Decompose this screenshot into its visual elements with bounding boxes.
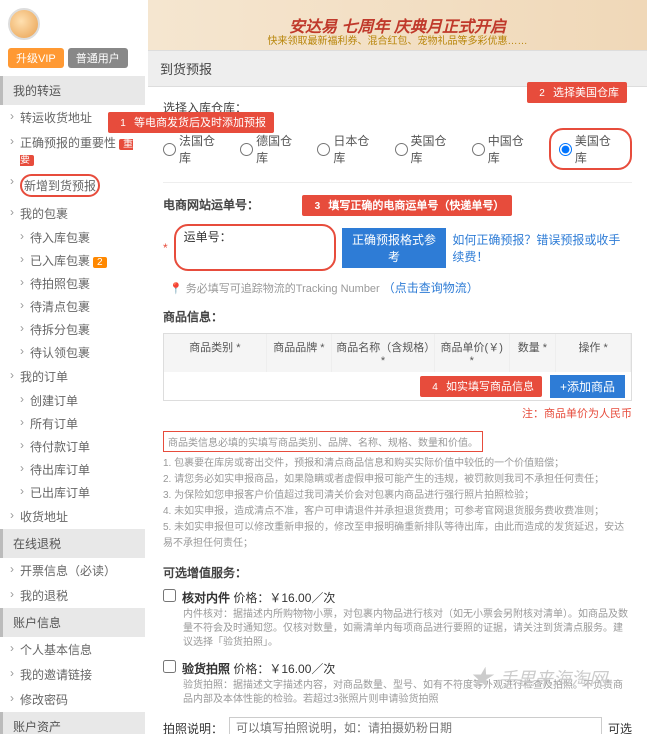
service-checkbox[interactable] bbox=[163, 660, 176, 673]
annotation-2: 2选择美国仓库 bbox=[527, 82, 627, 103]
annotation-1: 1等电商发货后及时添加预报 bbox=[108, 112, 274, 133]
warehouse-option[interactable]: 德国仓库 bbox=[240, 132, 303, 166]
sidebar-item[interactable]: 新增到货预报 bbox=[0, 170, 145, 201]
warehouse-option[interactable]: 英国仓库 bbox=[395, 132, 458, 166]
service-desc: 内件核对：据描述内所购物物小票，对包裹内物品进行核对（如无小票会另附核对清单）。… bbox=[183, 608, 632, 650]
banner-subtitle: 快来领取最新福利券、混合红包、宠物礼品等多彩优惠…… bbox=[148, 32, 647, 47]
add-goods-button[interactable]: +添加商品 bbox=[550, 375, 625, 398]
sidebar-item[interactable]: 修改密码 bbox=[0, 687, 145, 712]
sidebar-sub-item[interactable]: 待拆分包裹 bbox=[0, 318, 145, 341]
warehouse-radio[interactable] bbox=[559, 143, 572, 156]
how-to-link[interactable]: 如何正确预报？错误预报或收手续费！ bbox=[452, 231, 632, 265]
sidebar-sub-item[interactable]: 待认领包裹 bbox=[0, 341, 145, 364]
sidebar-item[interactable]: 我的订单 bbox=[0, 364, 145, 389]
warehouse-radio[interactable] bbox=[472, 143, 485, 156]
service-label: 核对内件 价格：￥16.00／次 bbox=[182, 589, 335, 606]
warehouse-option[interactable]: 日本仓库 bbox=[317, 132, 380, 166]
sidebar-sub-item[interactable]: 所有订单 bbox=[0, 412, 145, 435]
goods-section-label: 商品信息： bbox=[163, 308, 632, 325]
sidebar-sub-item[interactable]: 已出库订单 bbox=[0, 481, 145, 504]
price-note: 注：商品单价为人民币 bbox=[163, 405, 632, 421]
sidebar-sub-item[interactable]: 待出库订单 bbox=[0, 458, 145, 481]
warehouse-radio[interactable] bbox=[317, 143, 330, 156]
sidebar-item[interactable]: 开票信息（必读） bbox=[0, 558, 145, 583]
avatar[interactable] bbox=[8, 8, 40, 40]
tracking-hint: 📍 务必填写可追踪物流的Tracking Number （点击查询物流） bbox=[169, 279, 632, 296]
warehouse-option[interactable]: 中国仓库 bbox=[472, 132, 535, 166]
sidebar-section-header: 我的转运 bbox=[0, 76, 145, 105]
tracking-section-label: 电商网站运单号： 3填写正确的电商运单号（快递单号） bbox=[163, 195, 632, 216]
user-avatar-row bbox=[0, 0, 145, 48]
table-header: 商品类别 * bbox=[164, 334, 267, 372]
tracking-input[interactable] bbox=[184, 245, 294, 267]
warehouse-radio[interactable] bbox=[163, 143, 176, 156]
sidebar-sub-item[interactable]: 待清点包裹 bbox=[0, 295, 145, 318]
table-header: 商品单价(￥) * bbox=[435, 334, 510, 372]
sidebar-section-header: 账户信息 bbox=[0, 608, 145, 637]
sidebar-item[interactable]: 个人基本信息 bbox=[0, 637, 145, 662]
warehouse-option[interactable]: 法国仓库 bbox=[163, 132, 226, 166]
annotation-4: 4如实填写商品信息 bbox=[420, 376, 542, 397]
format-ref-button[interactable]: 正确预报格式参考 bbox=[342, 228, 447, 268]
rules-highlight: 商品类信息必填的实填写商品类别、品牌、名称、规格、数量和价值。 bbox=[163, 431, 483, 452]
upgrade-vip-button[interactable]: 升级VIP bbox=[8, 48, 64, 68]
photo-label: 拍照说明： bbox=[163, 720, 223, 734]
table-header: 商品品牌 * bbox=[267, 334, 332, 372]
goods-table: 商品类别 *商品品牌 *商品名称（含规格）*商品单价(￥) *数量 *操作 * … bbox=[163, 333, 632, 401]
annotation-3: 3填写正确的电商运单号（快递单号） bbox=[302, 195, 512, 216]
sidebar-sub-item[interactable]: 创建订单 bbox=[0, 389, 145, 412]
rules-list: 1. 包裹要在库房或寄出交件，预报和清点商品信息和购买实际价值中较低的一个价值赔… bbox=[163, 456, 632, 552]
sidebar-item[interactable]: 正确预报的重要性重要 bbox=[0, 130, 145, 170]
services-section-label: 可选增值服务： bbox=[163, 564, 632, 581]
table-header: 操作 * bbox=[556, 334, 631, 372]
sidebar-sub-item[interactable]: 待付款订单 bbox=[0, 435, 145, 458]
service-checkbox[interactable] bbox=[163, 589, 176, 602]
table-header: 商品名称（含规格）* bbox=[332, 334, 435, 372]
service-label: 验货拍照 价格：￥16.00／次 bbox=[182, 660, 335, 677]
sidebar-item[interactable]: 我的包裹 bbox=[0, 201, 145, 226]
sidebar-section-header: 在线退税 bbox=[0, 529, 145, 558]
normal-user-button[interactable]: 普通用户 bbox=[68, 48, 128, 68]
sidebar-item[interactable]: 我的退税 bbox=[0, 583, 145, 608]
photo-desc-input[interactable] bbox=[229, 717, 602, 734]
table-header: 数量 * bbox=[510, 334, 557, 372]
sidebar-section-header: 账户资产 bbox=[0, 712, 145, 734]
track-query-link[interactable]: （点击查询物流） bbox=[383, 281, 479, 295]
sidebar-sub-item[interactable]: 待入库包裹 bbox=[0, 226, 145, 249]
sidebar-sub-item[interactable]: 已入库包裹2 bbox=[0, 249, 145, 272]
warehouse-radio[interactable] bbox=[240, 143, 253, 156]
photo-suffix: 可选 bbox=[608, 720, 632, 734]
sidebar-item[interactable]: 我的邀请链接 bbox=[0, 662, 145, 687]
tracking-input-wrap: 运单号： bbox=[174, 224, 336, 271]
warehouse-radio[interactable] bbox=[395, 143, 408, 156]
tracking-label: 运单号： bbox=[184, 230, 232, 244]
sidebar-sub-item[interactable]: 待拍照包裹 bbox=[0, 272, 145, 295]
warehouse-option[interactable]: 美国仓库 bbox=[549, 128, 632, 170]
watermark: ★手里来海淘网 bbox=[468, 661, 607, 694]
banner: 安达易 七周年 庆典月正式开启 快来领取最新福利券、混合红包、宠物礼品等多彩优惠… bbox=[148, 0, 647, 50]
sidebar-item[interactable]: 收货地址 bbox=[0, 504, 145, 529]
